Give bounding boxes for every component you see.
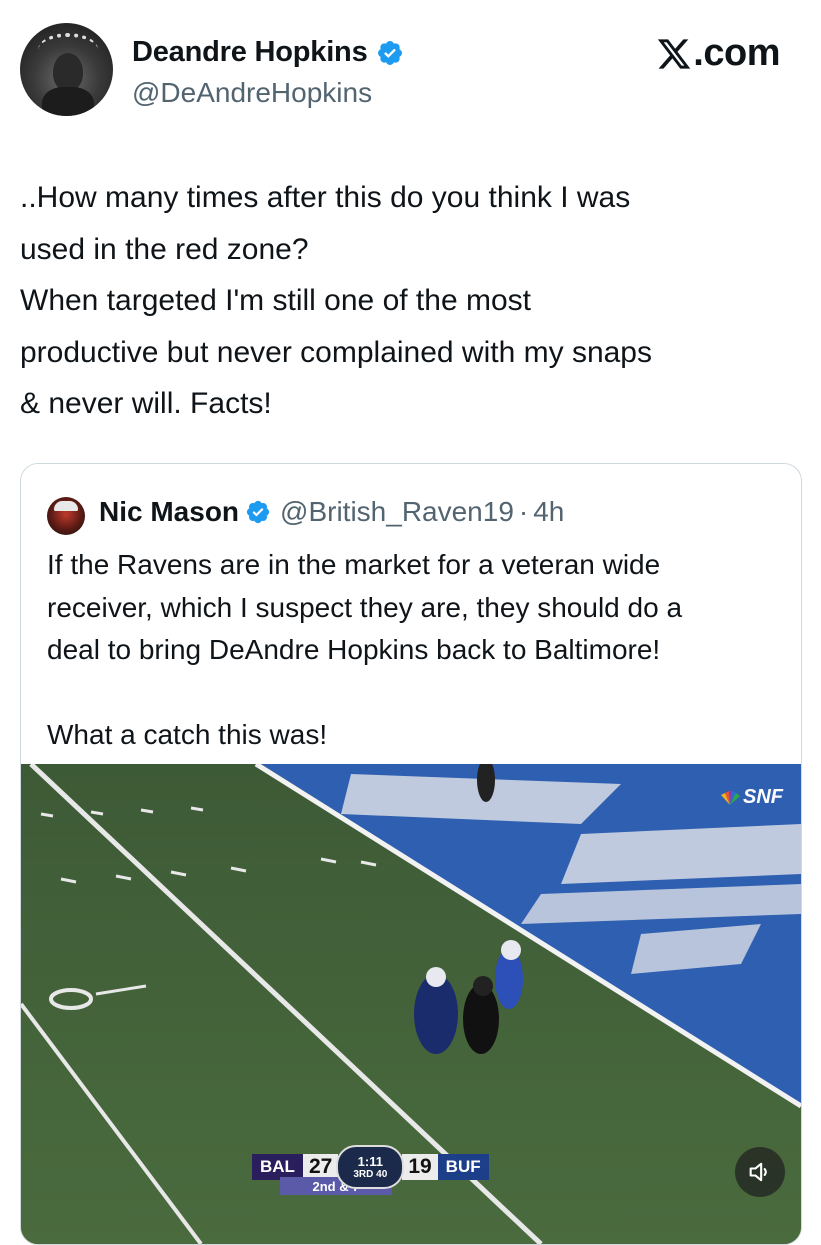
- video-player[interactable]: SNF BAL 27 1:11 3RD 40 19 BUF 2nd & 7: [21, 764, 801, 1244]
- play-clock: 40: [376, 1169, 388, 1180]
- verified-badge-icon: [377, 40, 402, 65]
- verified-badge-icon: [246, 500, 270, 524]
- brand-domain-label: .com: [693, 32, 780, 74]
- home-team: BUF: [437, 1154, 489, 1180]
- avatar-hat: [54, 501, 78, 511]
- network-label: SNF: [743, 786, 783, 808]
- peacock-icon: [721, 790, 740, 805]
- meta-separator: ·: [518, 496, 529, 527]
- tweet-text: ..How many times after this do you think…: [20, 181, 652, 420]
- author-handle[interactable]: @DeAndreHopkins: [132, 77, 372, 109]
- author-name-row: Deandre Hopkins: [132, 36, 404, 69]
- speaker-muted-icon: [749, 1162, 767, 1182]
- quarter-label: 3RD: [353, 1169, 374, 1180]
- game-clock: 1:11 3RD 40: [336, 1145, 405, 1189]
- author-avatar[interactable]: [20, 23, 113, 116]
- quarter-info: 3RD 40: [353, 1169, 387, 1180]
- quoted-tweet-card[interactable]: Nic Mason @British_Raven19 · 4h If the R…: [20, 463, 802, 1245]
- quoted-author-row: Nic Mason @British_Raven19 · 4h: [99, 496, 564, 528]
- quoted-tweet-text: If the Ravens are in the market for a ve…: [47, 549, 683, 750]
- quoted-author-avatar[interactable]: [47, 497, 85, 535]
- clock-time: 1:11: [357, 1154, 383, 1169]
- network-logo: SNF: [719, 786, 783, 809]
- mute-toggle-button[interactable]: [735, 1147, 785, 1197]
- quoted-handle[interactable]: @British_Raven19: [280, 496, 514, 528]
- home-score: 19: [402, 1154, 438, 1180]
- quoted-display-name[interactable]: Nic Mason: [99, 496, 239, 528]
- avatar-body: [42, 87, 94, 116]
- x-brand: .com: [656, 32, 780, 75]
- quoted-timestamp[interactable]: 4h: [533, 496, 564, 528]
- avatar-face: [53, 53, 83, 91]
- x-logo-icon: [658, 38, 691, 69]
- author-display-name[interactable]: Deandre Hopkins: [132, 36, 368, 69]
